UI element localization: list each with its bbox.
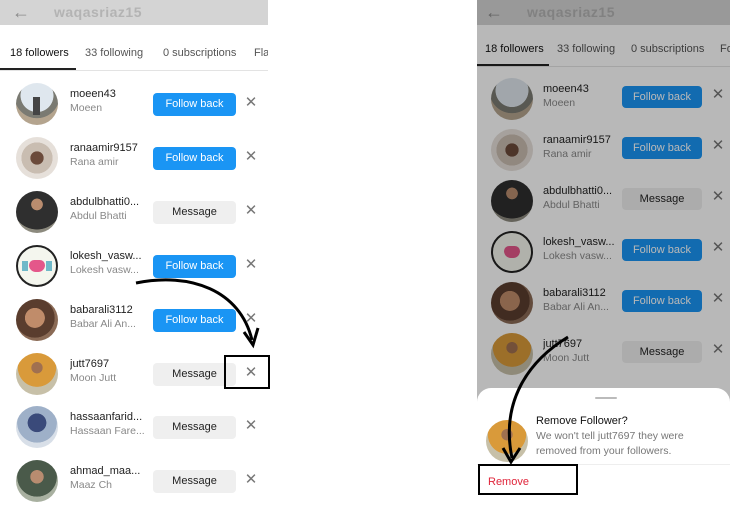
annotation-arrow-right bbox=[501, 335, 569, 465]
highlight-box-remove bbox=[478, 464, 578, 495]
